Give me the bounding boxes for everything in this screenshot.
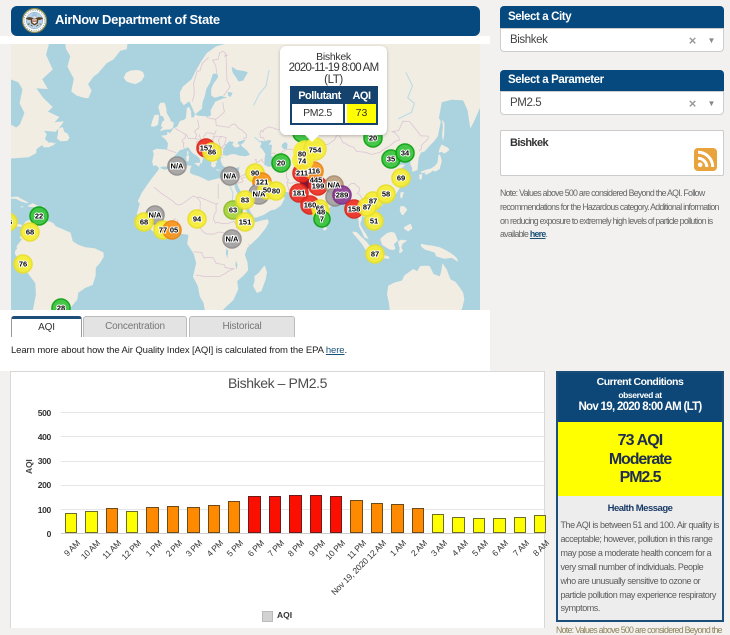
svg-text:76: 76 bbox=[19, 260, 27, 269]
svg-text:63: 63 bbox=[229, 206, 237, 215]
svg-text:68: 68 bbox=[140, 218, 148, 227]
svg-text:160: 160 bbox=[304, 201, 317, 210]
svg-text:20: 20 bbox=[277, 159, 285, 168]
svg-text:58: 58 bbox=[382, 190, 390, 199]
svg-text:77: 77 bbox=[159, 226, 167, 235]
svg-text:158: 158 bbox=[348, 205, 361, 214]
svg-text:94: 94 bbox=[193, 215, 202, 224]
svg-text:34: 34 bbox=[401, 149, 410, 158]
svg-text:754: 754 bbox=[309, 146, 322, 155]
svg-text:N/A: N/A bbox=[149, 211, 163, 220]
svg-text:28: 28 bbox=[57, 304, 65, 310]
svg-text:86: 86 bbox=[208, 148, 216, 157]
svg-text:445: 445 bbox=[310, 176, 323, 185]
svg-text:N/A: N/A bbox=[224, 172, 238, 181]
svg-text:90: 90 bbox=[251, 169, 259, 178]
svg-text:22: 22 bbox=[35, 212, 43, 221]
svg-text:83: 83 bbox=[241, 196, 249, 205]
svg-text:289: 289 bbox=[336, 191, 349, 200]
svg-text:80: 80 bbox=[272, 187, 280, 196]
svg-text:116: 116 bbox=[308, 167, 320, 176]
svg-text:69: 69 bbox=[397, 174, 405, 183]
svg-text:51: 51 bbox=[370, 217, 378, 226]
svg-text:50: 50 bbox=[263, 186, 271, 195]
svg-text:87: 87 bbox=[363, 203, 371, 212]
svg-text:66: 66 bbox=[11, 218, 12, 227]
svg-text:7: 7 bbox=[320, 215, 324, 224]
svg-text:35: 35 bbox=[387, 155, 395, 164]
svg-text:87: 87 bbox=[371, 250, 379, 259]
svg-text:N/A: N/A bbox=[226, 235, 240, 244]
svg-text:20: 20 bbox=[369, 134, 377, 143]
svg-text:05: 05 bbox=[170, 226, 178, 235]
svg-text:181: 181 bbox=[293, 189, 306, 198]
svg-text:N/A: N/A bbox=[171, 162, 185, 171]
svg-text:68: 68 bbox=[26, 228, 34, 237]
svg-text:74: 74 bbox=[298, 157, 307, 166]
svg-text:151: 151 bbox=[239, 218, 252, 227]
svg-text:N/A: N/A bbox=[328, 181, 342, 190]
svg-text:211: 211 bbox=[296, 169, 308, 178]
